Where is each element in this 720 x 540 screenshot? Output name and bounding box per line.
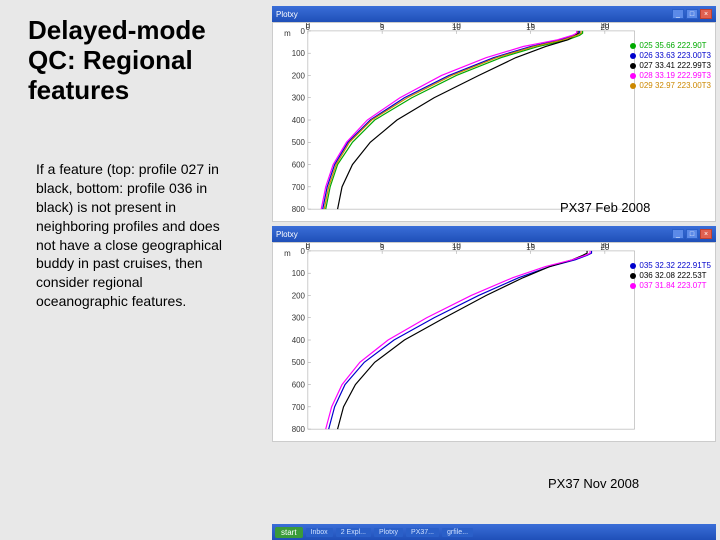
caption-top: PX37 Feb 2008 bbox=[560, 200, 650, 215]
taskbar-item[interactable]: Inbox bbox=[306, 528, 333, 537]
legend-label: 025 35.66 222.90T bbox=[639, 41, 706, 50]
svg-text:400: 400 bbox=[292, 336, 306, 345]
legend-swatch-icon bbox=[630, 53, 636, 59]
page-title: Delayed-mode QC: Regional features bbox=[28, 16, 248, 106]
taskbar: start Inbox 2 Expl... Plotxy PX37... grf… bbox=[272, 524, 716, 540]
svg-text:5: 5 bbox=[380, 23, 385, 32]
legend-label: 035 32.32 222.91T5 bbox=[639, 261, 711, 270]
legend-swatch-icon bbox=[630, 63, 636, 69]
legend-label: 028 33.19 222.99T3 bbox=[639, 71, 711, 80]
svg-text:15: 15 bbox=[526, 23, 535, 32]
svg-text:10: 10 bbox=[452, 23, 461, 32]
chart-window-top: Plotxy _ □ × m05101520051015200100200300… bbox=[272, 6, 716, 222]
legend-entry: 027 33.41 222.99T3 bbox=[630, 61, 711, 71]
svg-text:10: 10 bbox=[452, 243, 461, 252]
svg-text:5: 5 bbox=[380, 243, 385, 252]
svg-text:600: 600 bbox=[292, 381, 306, 390]
svg-text:300: 300 bbox=[292, 314, 306, 323]
minimize-button[interactable]: _ bbox=[672, 9, 684, 19]
legend-swatch-icon bbox=[630, 263, 636, 269]
svg-text:0: 0 bbox=[306, 23, 311, 32]
svg-text:15: 15 bbox=[526, 243, 535, 252]
caption-bottom: PX37 Nov 2008 bbox=[548, 476, 639, 491]
svg-text:800: 800 bbox=[292, 425, 306, 434]
legend-entry: 029 32.97 223.00T3 bbox=[630, 81, 711, 91]
legend-label: 027 33.41 222.99T3 bbox=[639, 61, 711, 70]
legend-entry: 025 35.66 222.90T bbox=[630, 41, 711, 51]
window-titlebar: Plotxy _ □ × bbox=[272, 6, 716, 22]
taskbar-item[interactable]: PX37... bbox=[406, 528, 439, 537]
plot-area-top: m051015200510152001002003004005006007008… bbox=[272, 22, 716, 222]
svg-text:700: 700 bbox=[292, 403, 306, 412]
window-title: Plotxy bbox=[276, 10, 670, 19]
svg-text:700: 700 bbox=[292, 183, 306, 192]
svg-text:100: 100 bbox=[292, 49, 306, 58]
legend-label: 037 31.84 223.07T bbox=[639, 281, 706, 290]
svg-text:300: 300 bbox=[292, 94, 306, 103]
svg-text:800: 800 bbox=[292, 205, 306, 214]
window-title: Plotxy bbox=[276, 230, 670, 239]
svg-text:0: 0 bbox=[301, 247, 306, 256]
chart-window-bottom: Plotxy _ □ × m05101520051015200100200300… bbox=[272, 226, 716, 442]
svg-text:100: 100 bbox=[292, 269, 306, 278]
svg-text:20: 20 bbox=[600, 243, 609, 252]
svg-text:m: m bbox=[284, 29, 291, 38]
legend-label: 029 32.97 223.00T3 bbox=[639, 81, 711, 90]
svg-text:200: 200 bbox=[292, 291, 306, 300]
legend-label: 036 32.08 222.53T bbox=[639, 271, 706, 280]
legend-swatch-icon bbox=[630, 283, 636, 289]
svg-text:m: m bbox=[284, 249, 291, 258]
legend-entry: 037 31.84 223.07T bbox=[630, 281, 711, 291]
chart-column: Plotxy _ □ × m05101520051015200100200300… bbox=[272, 6, 716, 446]
legend-entry: 028 33.19 222.99T3 bbox=[630, 71, 711, 81]
maximize-button[interactable]: □ bbox=[686, 229, 698, 239]
legend-bottom: 035 32.32 222.91T5036 32.08 222.53T037 3… bbox=[630, 261, 711, 291]
close-button[interactable]: × bbox=[700, 9, 712, 19]
legend-swatch-icon bbox=[630, 273, 636, 279]
svg-text:500: 500 bbox=[292, 138, 306, 147]
window-buttons: _ □ × bbox=[672, 229, 712, 239]
maximize-button[interactable]: □ bbox=[686, 9, 698, 19]
minimize-button[interactable]: _ bbox=[672, 229, 684, 239]
legend-entry: 035 32.32 222.91T5 bbox=[630, 261, 711, 271]
svg-text:0: 0 bbox=[306, 243, 311, 252]
window-titlebar: Plotxy _ □ × bbox=[272, 226, 716, 242]
taskbar-item[interactable]: grfile... bbox=[442, 528, 473, 537]
legend-swatch-icon bbox=[630, 43, 636, 49]
legend-entry: 036 32.08 222.53T bbox=[630, 271, 711, 281]
legend-entry: 026 33.63 223.00T3 bbox=[630, 51, 711, 61]
taskbar-item[interactable]: 2 Expl... bbox=[336, 528, 371, 537]
svg-text:400: 400 bbox=[292, 116, 306, 125]
legend-swatch-icon bbox=[630, 83, 636, 89]
close-button[interactable]: × bbox=[700, 229, 712, 239]
legend-swatch-icon bbox=[630, 73, 636, 79]
taskbar-item[interactable]: Plotxy bbox=[374, 528, 403, 537]
start-button[interactable]: start bbox=[275, 527, 303, 538]
window-buttons: _ □ × bbox=[672, 9, 712, 19]
svg-text:500: 500 bbox=[292, 358, 306, 367]
body-paragraph: If a feature (top: profile 027 in black,… bbox=[36, 160, 234, 311]
svg-text:600: 600 bbox=[292, 161, 306, 170]
legend-label: 026 33.63 223.00T3 bbox=[639, 51, 711, 60]
svg-text:200: 200 bbox=[292, 71, 306, 80]
svg-text:20: 20 bbox=[600, 23, 609, 32]
plot-area-bottom: m051015200510152001002003004005006007008… bbox=[272, 242, 716, 442]
legend-top: 025 35.66 222.90T026 33.63 223.00T3027 3… bbox=[630, 41, 711, 91]
svg-text:0: 0 bbox=[301, 27, 306, 36]
